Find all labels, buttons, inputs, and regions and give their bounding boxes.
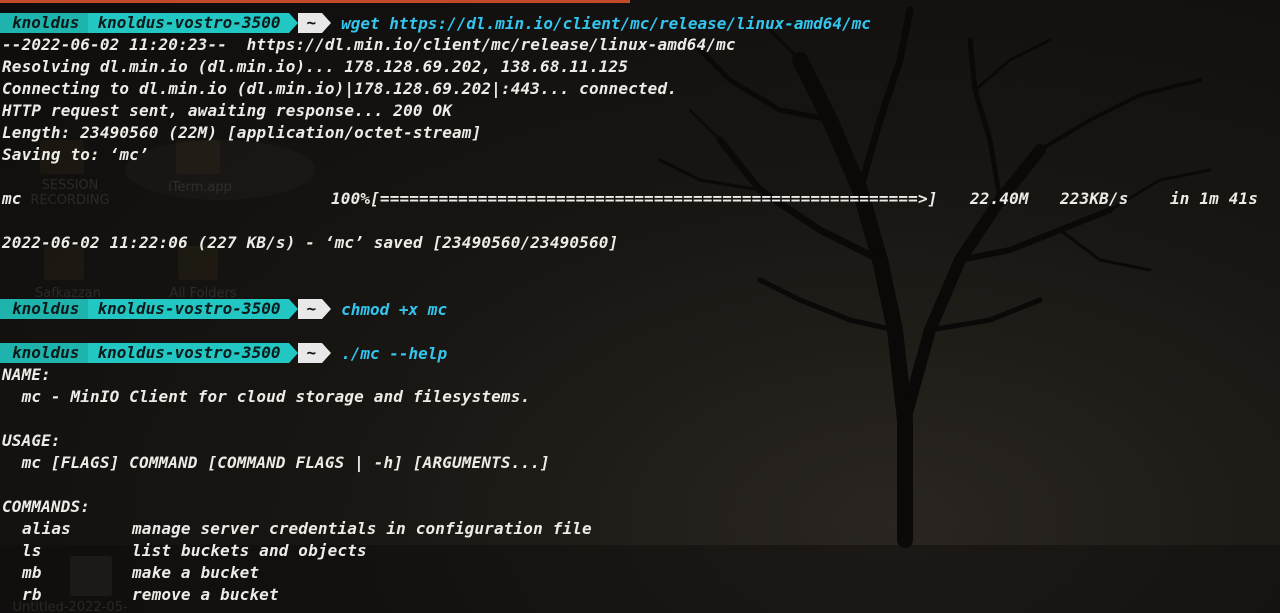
powerline-arrow-icon [322, 343, 332, 363]
ghost-desktop-icon [70, 556, 112, 596]
powerline-arrow-icon [322, 299, 332, 319]
command-text: wget https://dl.min.io/client/mc/release… [341, 13, 871, 33]
command-desc: make a bucket [132, 563, 260, 582]
prompt-host: knoldus-vostro-3500 [88, 299, 290, 319]
command-text: chmod +x mc [341, 299, 448, 319]
ghost-desktop-icon [176, 140, 220, 174]
shell-prompt: knoldus knoldus-vostro-3500 ~ chmod +x m… [0, 298, 447, 320]
command-text: ./mc --help [341, 343, 448, 363]
powerline-arrow-icon [322, 13, 332, 33]
prompt-user: knoldus [0, 13, 89, 33]
output-line: --2022-06-02 11:20:23-- https://dl.min.i… [2, 35, 736, 54]
command-name: rb [22, 585, 42, 604]
progress-size: 22.40M [970, 189, 1029, 208]
progress-rate: 223KB/s [1060, 189, 1129, 208]
help-text: mc - MinIO Client for cloud storage and … [2, 387, 531, 406]
prompt-host: knoldus-vostro-3500 [88, 343, 290, 363]
output-line: Connecting to dl.min.io (dl.min.io)|178.… [2, 79, 678, 98]
progress-time: in 1m 41s [1170, 189, 1259, 208]
prompt-dir: ~ [298, 299, 323, 319]
shell-prompt: knoldus knoldus-vostro-3500 ~ wget https… [0, 12, 871, 34]
help-section-header: NAME: [2, 365, 51, 384]
prompt-user: knoldus [0, 343, 89, 363]
powerline-arrow-icon [289, 299, 299, 319]
command-name: alias [22, 519, 71, 538]
help-section-header: USAGE: [2, 431, 61, 450]
progress-filename: mc [2, 189, 22, 208]
powerline-arrow-icon [289, 343, 299, 363]
prompt-host: knoldus-vostro-3500 [88, 13, 290, 33]
command-desc: manage server credentials in configurati… [132, 519, 592, 538]
shell-prompt: knoldus knoldus-vostro-3500 ~ ./mc --hel… [0, 342, 447, 364]
output-line: Length: 23490560 (22M) [application/octe… [2, 123, 482, 142]
output-line: Saving to: ‘mc’ [2, 145, 149, 164]
help-section-header: COMMANDS: [2, 497, 91, 516]
output-line: Resolving dl.min.io (dl.min.io)... 178.1… [2, 57, 629, 76]
prompt-dir: ~ [298, 343, 323, 363]
command-desc: list buckets and objects [132, 541, 367, 560]
terminal-window[interactable]: SESSION RECORDING iTerm.app Safkazzan Al… [0, 0, 1280, 613]
ghost-desktop-label: iTerm.app [168, 180, 232, 195]
help-text: mc [FLAGS] COMMAND [COMMAND FLAGS | -h] … [2, 453, 550, 472]
command-name: ls [22, 541, 42, 560]
command-desc: remove a bucket [132, 585, 279, 604]
prompt-dir: ~ [298, 13, 323, 33]
command-name: mb [22, 563, 42, 582]
powerline-arrow-icon [289, 13, 299, 33]
output-line: HTTP request sent, awaiting response... … [2, 101, 453, 120]
ghost-desktop-label: SESSION RECORDING [30, 178, 110, 208]
output-line: 2022-06-02 11:22:06 (227 KB/s) - ‘mc’ sa… [2, 233, 619, 252]
prompt-user: knoldus [0, 299, 89, 319]
progress-bar: 100%[===================================… [331, 189, 938, 208]
